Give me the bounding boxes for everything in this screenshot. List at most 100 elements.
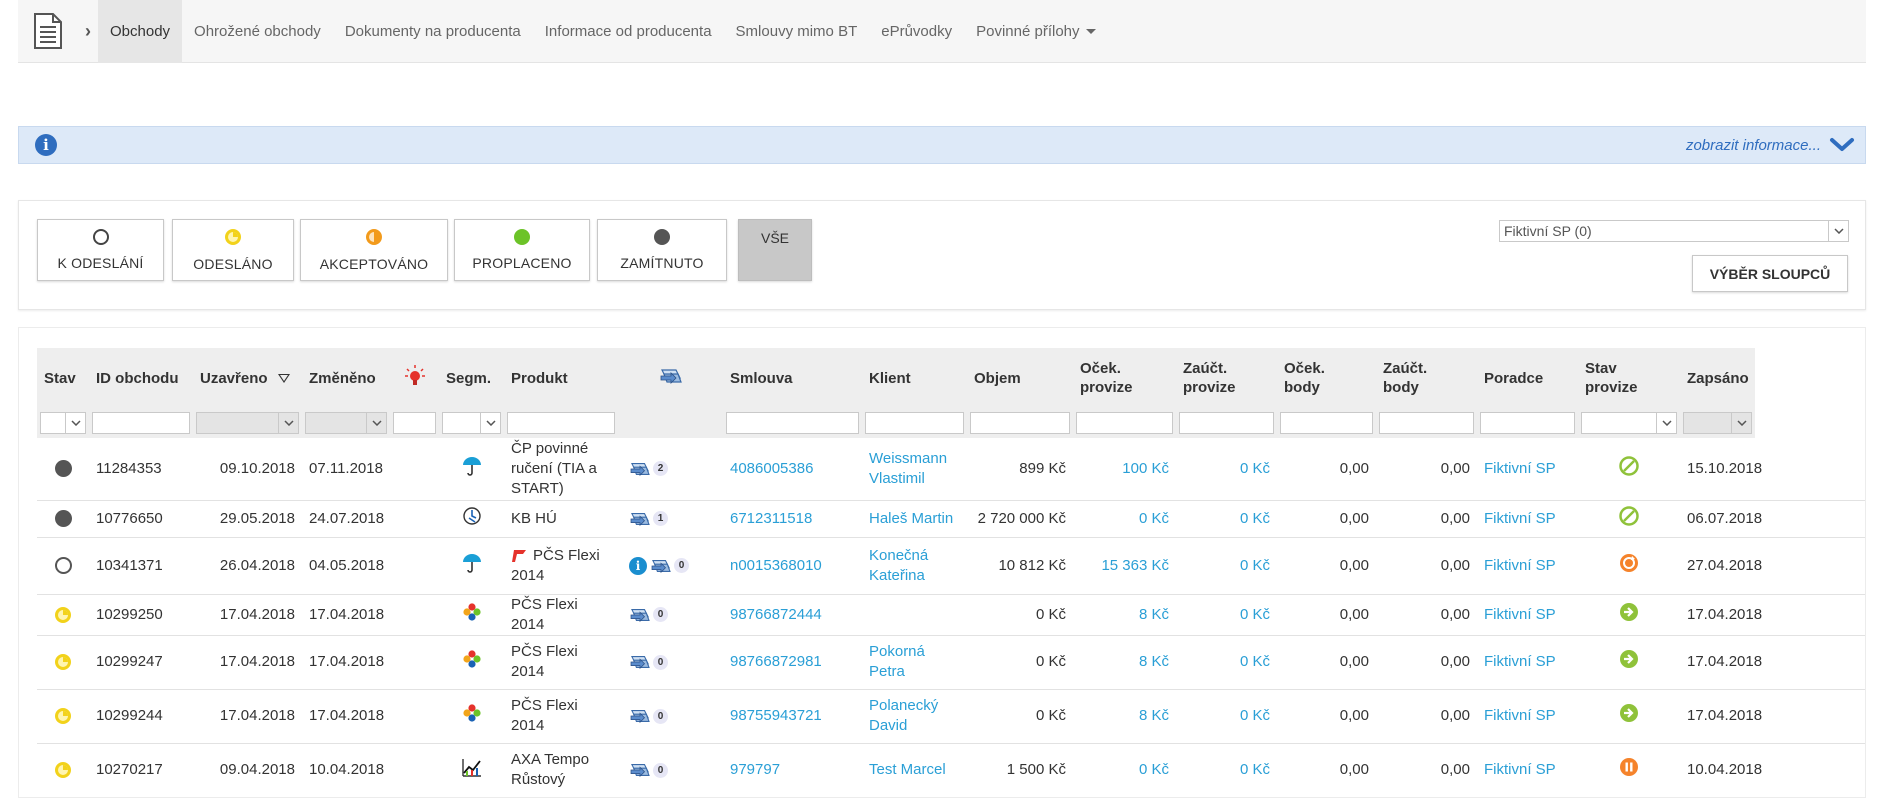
expected-commission-value[interactable]: 8 Kč xyxy=(1139,653,1169,670)
commission-status-cell[interactable] xyxy=(1578,537,1680,594)
expected-commission[interactable]: 0 Kč xyxy=(1073,500,1176,537)
documents-cell[interactable]: 0 xyxy=(618,743,723,797)
client-link[interactable]: Polanecký David xyxy=(862,689,967,743)
contract-link[interactable]: 979797 xyxy=(723,743,862,797)
contract-number[interactable]: 98766872444 xyxy=(730,606,822,623)
booked-commission[interactable]: 0 Kč xyxy=(1176,537,1277,594)
contract-link[interactable]: 98766872981 xyxy=(723,635,862,689)
advisor-link[interactable]: Fiktivní SP xyxy=(1477,635,1578,689)
booked-commission[interactable]: 0 Kč xyxy=(1176,438,1277,500)
contract-link[interactable]: 98766872444 xyxy=(723,594,862,635)
documents-cell[interactable]: 1 xyxy=(618,500,723,537)
documents-cell[interactable]: 0 xyxy=(618,594,723,635)
documents-cell[interactable]: i0 xyxy=(618,537,723,594)
table-row[interactable]: 11284353 09.10.2018 07.11.2018 ČP povinné r… xyxy=(37,438,1865,500)
col-smlouva[interactable]: Smlouva xyxy=(723,348,862,408)
ocek-body-filter-input[interactable] xyxy=(1280,412,1373,434)
booked-commission-value[interactable]: 0 Kč xyxy=(1240,510,1270,527)
col-zauct-body[interactable]: Zaúčt. body xyxy=(1376,348,1477,408)
col-produkt[interactable]: Produkt xyxy=(504,348,618,408)
cancelled-icon[interactable] xyxy=(1618,505,1640,527)
stav-filter-select[interactable] xyxy=(40,412,86,434)
client-link[interactable]: Weissmann Vlastimil xyxy=(862,438,967,500)
client-name[interactable]: Polanecký David xyxy=(869,697,938,734)
documents-cell[interactable]: 2 xyxy=(618,438,723,500)
forward-icon[interactable] xyxy=(1618,648,1640,670)
client-name[interactable]: Konečná Kateřina xyxy=(869,547,928,584)
refresh-icon[interactable] xyxy=(1618,552,1640,574)
col-segm[interactable]: Segm. xyxy=(439,348,504,408)
filter-odeslano-button[interactable]: ODESLÁNO xyxy=(172,219,294,281)
uzavreno-filter-select[interactable] xyxy=(196,412,299,434)
client-link[interactable]: Konečná Kateřina xyxy=(862,537,967,594)
advisor-name[interactable]: Fiktivní SP xyxy=(1484,460,1556,477)
commission-status-cell[interactable] xyxy=(1578,594,1680,635)
expected-commission-value[interactable]: 8 Kč xyxy=(1139,707,1169,724)
expected-commission-value[interactable]: 0 Kč xyxy=(1139,510,1169,527)
produkt-filter-input[interactable] xyxy=(507,412,615,434)
tip-filter-input[interactable] xyxy=(393,412,436,434)
booked-commission-value[interactable]: 0 Kč xyxy=(1240,557,1270,574)
advisor-link[interactable]: Fiktivní SP xyxy=(1477,438,1578,500)
zapsano-filter-select[interactable] xyxy=(1683,412,1752,434)
filter-proplaceno-button[interactable]: PROPLACENO xyxy=(454,219,590,281)
advisor-name[interactable]: Fiktivní SP xyxy=(1484,653,1556,670)
contract-link[interactable]: 6712311518 xyxy=(723,500,862,537)
commission-status-cell[interactable] xyxy=(1578,689,1680,743)
tab-smlouvy-mimo-bt[interactable]: Smlouvy mimo BT xyxy=(724,0,870,63)
col-ocek-provize[interactable]: Oček. provize xyxy=(1073,348,1176,408)
objem-filter-input[interactable] xyxy=(970,412,1070,434)
advisor-link[interactable]: Fiktivní SP xyxy=(1477,537,1578,594)
zauct-body-filter-input[interactable] xyxy=(1379,412,1474,434)
cancelled-icon[interactable] xyxy=(1618,455,1640,477)
col-tip[interactable] xyxy=(390,348,439,408)
advisor-name[interactable]: Fiktivní SP xyxy=(1484,761,1556,778)
commission-status-cell[interactable] xyxy=(1578,743,1680,797)
table-row[interactable]: 10341371 26.04.2018 04.05.2018 PČS Flexi 20… xyxy=(37,537,1865,594)
commission-status-cell[interactable] xyxy=(1578,438,1680,500)
smlouva-filter-input[interactable] xyxy=(726,412,859,434)
forward-icon[interactable] xyxy=(1618,702,1640,724)
advisor-link[interactable]: Fiktivní SP xyxy=(1477,500,1578,537)
filter-vse-button[interactable]: VŠE xyxy=(738,219,812,281)
document-icon[interactable] xyxy=(18,0,78,63)
col-stav[interactable]: Stav xyxy=(37,348,89,408)
client-name[interactable]: Pokorná Petra xyxy=(869,643,925,680)
booked-commission[interactable]: 0 Kč xyxy=(1176,594,1277,635)
col-id[interactable]: ID obchodu xyxy=(89,348,193,408)
booked-commission[interactable]: 0 Kč xyxy=(1176,689,1277,743)
zauct-provize-filter-input[interactable] xyxy=(1179,412,1274,434)
poradce-filter-input[interactable] xyxy=(1480,412,1575,434)
col-documents[interactable] xyxy=(618,348,723,408)
booked-commission[interactable]: 0 Kč xyxy=(1176,635,1277,689)
client-link[interactable]: Haleš Martin xyxy=(862,500,967,537)
expected-commission[interactable]: 8 Kč xyxy=(1073,689,1176,743)
forward-icon[interactable] xyxy=(1618,601,1640,623)
advisor-name[interactable]: Fiktivní SP xyxy=(1484,510,1556,527)
advisor-select[interactable]: Fiktivní SP (0) xyxy=(1499,220,1849,242)
booked-commission[interactable]: 0 Kč xyxy=(1176,500,1277,537)
expected-commission[interactable]: 0 Kč xyxy=(1073,743,1176,797)
client-link[interactable]: Pokorná Petra xyxy=(862,635,967,689)
commission-status-cell[interactable] xyxy=(1578,635,1680,689)
contract-link[interactable]: 4086005386 xyxy=(723,438,862,500)
column-select-button[interactable]: VÝBĚR SLOUPCŮ xyxy=(1692,255,1848,292)
advisor-link[interactable]: Fiktivní SP xyxy=(1477,743,1578,797)
col-uzavreno[interactable]: Uzavřeno xyxy=(193,348,302,408)
stav-provize-filter-select[interactable] xyxy=(1581,412,1677,434)
expected-commission-value[interactable]: 0 Kč xyxy=(1139,761,1169,778)
col-stav-provize[interactable]: Stav provize xyxy=(1578,348,1680,408)
filter-k-odeslani-button[interactable]: K ODESLÁNÍ xyxy=(37,219,164,281)
expected-commission-value[interactable]: 15 363 Kč xyxy=(1101,557,1169,574)
show-info-toggle[interactable]: zobrazit informace... xyxy=(1686,137,1855,154)
klient-filter-input[interactable] xyxy=(865,412,964,434)
documents-cell[interactable]: 0 xyxy=(618,635,723,689)
advisor-name[interactable]: Fiktivní SP xyxy=(1484,557,1556,574)
tab-dokumenty-na-producenta[interactable]: Dokumenty na producenta xyxy=(333,0,533,63)
client-link[interactable] xyxy=(862,594,967,635)
booked-commission-value[interactable]: 0 Kč xyxy=(1240,653,1270,670)
col-ocek-body[interactable]: Oček. body xyxy=(1277,348,1376,408)
col-zapsano[interactable]: Zapsáno xyxy=(1680,348,1755,408)
contract-number[interactable]: 979797 xyxy=(730,761,780,778)
expected-commission-value[interactable]: 8 Kč xyxy=(1139,606,1169,623)
